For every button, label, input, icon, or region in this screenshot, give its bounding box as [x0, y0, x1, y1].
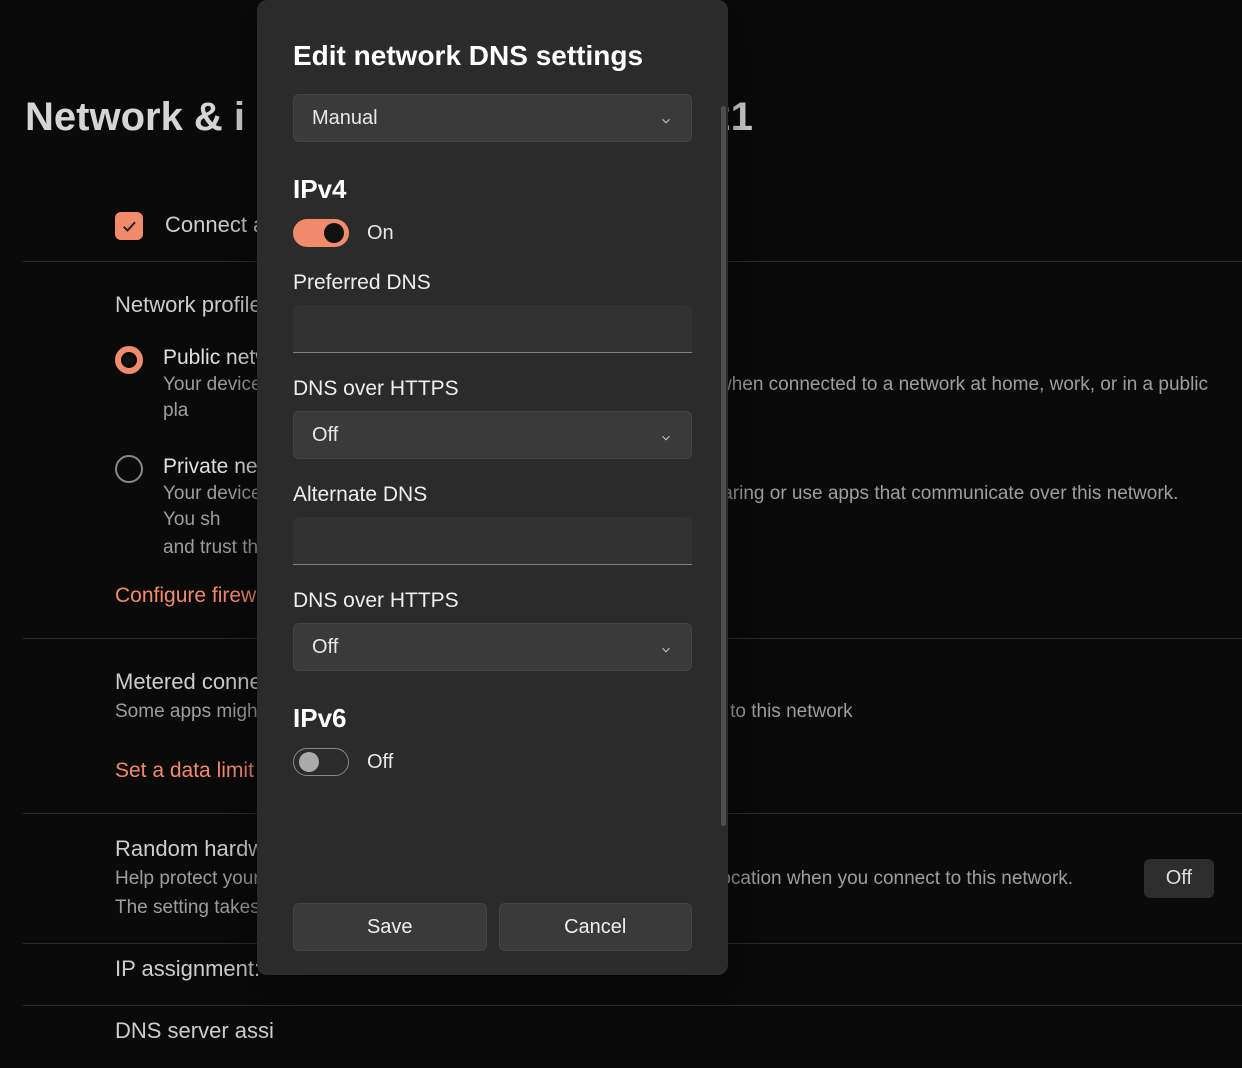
private-radio[interactable]	[115, 455, 143, 483]
breadcrumb-prefix: Network & i	[25, 95, 245, 139]
connect-auto-checkbox[interactable]	[115, 212, 143, 240]
dialog-title: Edit network DNS settings	[293, 40, 692, 72]
dns-mode-select[interactable]: Manual	[293, 94, 692, 142]
chevron-down-icon	[659, 111, 673, 125]
chevron-down-icon	[659, 640, 673, 654]
random-hw-toggle-button[interactable]: Off	[1144, 859, 1214, 898]
cancel-button[interactable]: Cancel	[499, 903, 693, 951]
alternate-doh-value: Off	[312, 636, 338, 659]
dns-assign-label: DNS server assi	[115, 1018, 274, 1044]
dialog-body: Edit network DNS settings Manual IPv4 On…	[257, 0, 728, 885]
alternate-doh-select[interactable]: Off	[293, 623, 692, 671]
ipv4-toggle-label: On	[367, 222, 394, 245]
alternate-dns-label: Alternate DNS	[293, 483, 692, 507]
public-radio[interactable]	[115, 346, 143, 374]
firewall-link[interactable]: Configure firew	[115, 584, 256, 608]
ipv6-toggle[interactable]	[293, 748, 349, 776]
dns-mode-value: Manual	[312, 107, 378, 130]
preferred-doh-select[interactable]: Off	[293, 411, 692, 459]
check-icon	[120, 217, 138, 235]
ipv4-heading: IPv4	[293, 174, 692, 205]
ipv6-heading: IPv6	[293, 703, 692, 734]
edit-dns-dialog: Edit network DNS settings Manual IPv4 On…	[257, 0, 728, 975]
doh2-label: DNS over HTTPS	[293, 589, 692, 613]
chevron-down-icon	[659, 428, 673, 442]
ipv6-toggle-row: Off	[293, 748, 692, 776]
dialog-scrollbar[interactable]	[721, 106, 726, 826]
ipv6-toggle-label: Off	[367, 751, 393, 774]
preferred-dns-label: Preferred DNS	[293, 271, 692, 295]
profile-type-label: Network profile	[115, 292, 262, 318]
ipv4-toggle[interactable]	[293, 219, 349, 247]
ip-assign-label: IP assignment:	[115, 956, 260, 982]
preferred-doh-value: Off	[312, 424, 338, 447]
ipv4-toggle-row: On	[293, 219, 692, 247]
save-button[interactable]: Save	[293, 903, 487, 951]
dns-assign-row[interactable]: DNS server assi	[23, 1006, 1242, 1068]
preferred-dns-input[interactable]	[293, 305, 692, 353]
alternate-dns-input[interactable]	[293, 517, 692, 565]
data-limit-link[interactable]: Set a data limit	[115, 759, 254, 783]
dialog-footer: Save Cancel	[257, 885, 728, 975]
doh1-label: DNS over HTTPS	[293, 377, 692, 401]
